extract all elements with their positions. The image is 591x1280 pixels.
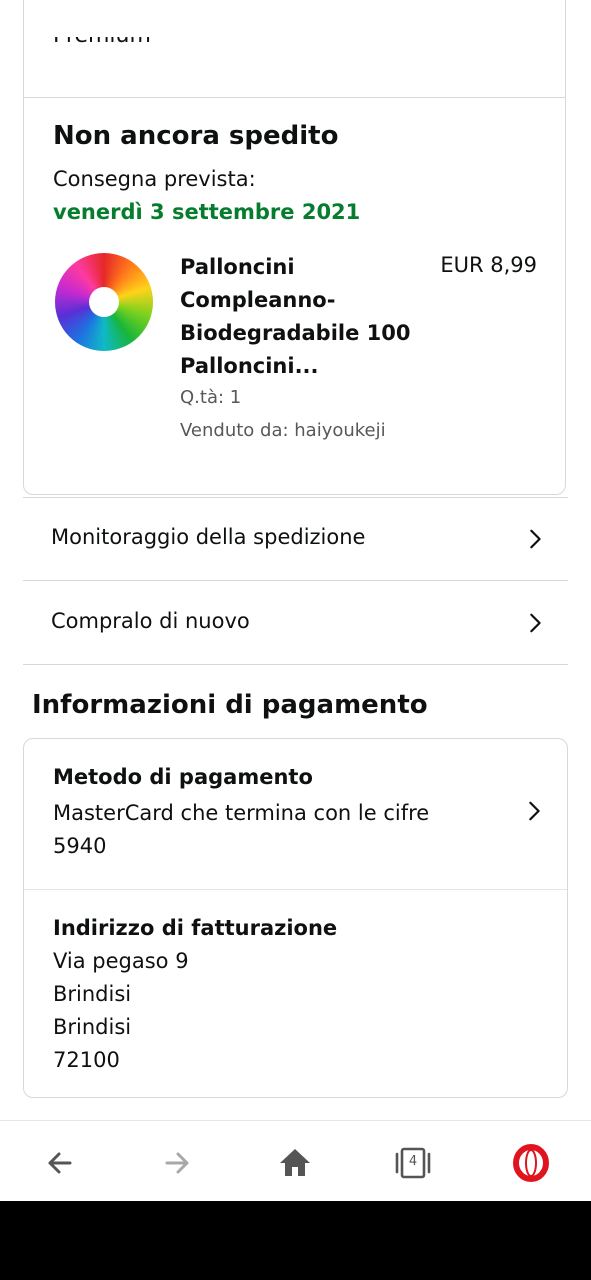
product-image[interactable] <box>55 253 153 351</box>
billing-address-title: Indirizzo di fatturazione <box>53 916 338 940</box>
product-quantity: Q.tà: 1 <box>180 387 242 408</box>
payment-method-title: Metodo di pagamento <box>53 765 313 789</box>
track-shipment-label: Monitoraggio della spedizione <box>51 525 366 549</box>
card-divider <box>24 97 565 98</box>
home-icon[interactable] <box>275 1143 315 1183</box>
payment-method-value: MasterCard che termina con le cifre 5940 <box>53 801 430 858</box>
system-navigation-bar <box>0 1201 591 1280</box>
cut-off-label: Premium <box>53 37 151 49</box>
billing-address-line: 72100 <box>53 1048 120 1072</box>
delivery-date: venerdì 3 settembre 2021 <box>53 200 361 224</box>
shipment-status-title: Non ancora spedito <box>53 121 339 151</box>
chevron-right-icon <box>530 613 541 633</box>
product-price: EUR 8,99 <box>440 253 537 277</box>
opera-logo-icon[interactable] <box>511 1143 551 1183</box>
billing-address-line: Via pegaso 9 <box>53 949 189 973</box>
payment-info-heading: Informazioni di pagamento <box>32 690 428 720</box>
divider <box>24 889 567 890</box>
back-arrow-icon[interactable] <box>40 1143 80 1183</box>
chevron-right-icon <box>529 801 540 821</box>
tab-count: 4 <box>408 1154 418 1169</box>
tabs-button[interactable]: 4 <box>393 1143 433 1183</box>
buy-again-label: Compralo di nuovo <box>51 609 250 633</box>
order-details-page: Premium Non ancora spedito Consegna prev… <box>0 0 591 1120</box>
delivery-label: Consegna prevista: <box>53 167 256 191</box>
browser-bottom-bar: 4 <box>0 1120 591 1202</box>
buy-again-row[interactable]: Compralo di nuovo <box>23 582 568 665</box>
payment-card: Metodo di pagamento MasterCard che termi… <box>23 738 568 1098</box>
product-title[interactable]: Palloncini Compleanno- Biodegradabile 10… <box>180 251 420 383</box>
chevron-right-icon <box>530 529 541 549</box>
product-seller: Venduto da: haiyoukeji <box>180 420 386 441</box>
billing-address-line: Brindisi <box>53 1015 132 1039</box>
forward-arrow-icon[interactable] <box>157 1143 197 1183</box>
track-shipment-row[interactable]: Monitoraggio della spedizione <box>23 498 568 581</box>
shipment-card: Premium Non ancora spedito Consegna prev… <box>23 0 566 495</box>
billing-address-line: Brindisi <box>53 982 132 1006</box>
